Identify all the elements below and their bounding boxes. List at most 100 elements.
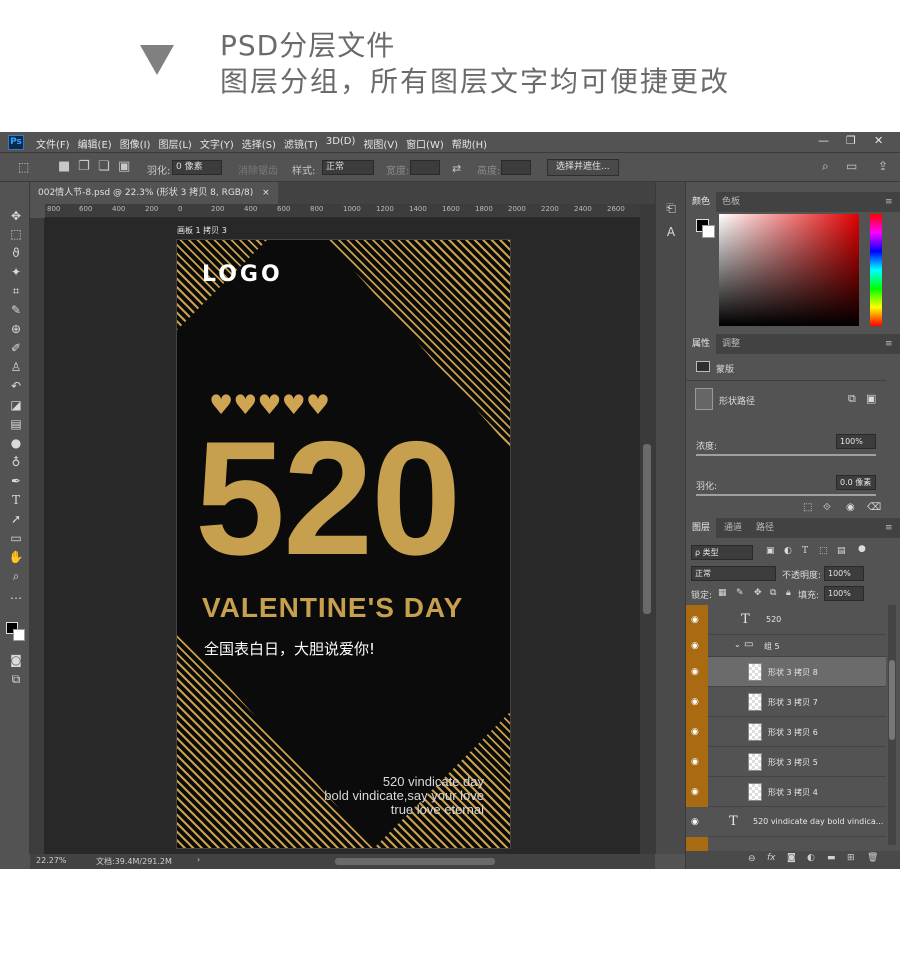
vertical-scrollbar[interactable] xyxy=(640,204,655,854)
pen-tool-icon[interactable]: ✒ xyxy=(8,473,24,489)
visibility-cell[interactable]: ◉ xyxy=(686,717,708,747)
filter-smart-icon[interactable]: ▤ xyxy=(837,546,846,556)
magic-wand-icon[interactable]: ✦ xyxy=(8,264,24,280)
type-tool-icon[interactable]: T xyxy=(8,492,24,508)
eye-icon[interactable]: ◉ xyxy=(691,697,699,707)
layer-row[interactable]: ◉ ⌄ ▭ 组 5 xyxy=(686,635,886,657)
density-slider[interactable] xyxy=(696,454,876,456)
menu-layer[interactable]: 图层(L) xyxy=(158,136,191,151)
layers-scrollbar[interactable] xyxy=(888,605,896,845)
lock-all-icon[interactable]: 🔒︎ xyxy=(786,588,791,598)
menu-help[interactable]: 帮助(H) xyxy=(452,136,487,151)
artboard[interactable]: LOGO ♥♥♥♥♥ 520 VALENTINE'S DAY 全国表白日，大胆说… xyxy=(176,239,511,849)
lock-transparent-icon[interactable]: ▦ xyxy=(718,588,727,598)
chevron-down-icon[interactable]: ⌄ xyxy=(734,640,741,649)
document-tab[interactable]: 002情人节-8.psd @ 22.3% (形状 3 拷贝 8, RGB/8) … xyxy=(30,182,278,204)
trash-icon[interactable]: 🗑︎ xyxy=(867,853,878,863)
load-selection-icon[interactable]: ⬚ xyxy=(803,502,812,513)
more-tools-icon[interactable]: … xyxy=(8,587,24,603)
eye-icon[interactable]: ◉ xyxy=(691,641,699,651)
tab-properties[interactable]: 属性 xyxy=(686,334,717,354)
gradient-icon[interactable]: ▤ xyxy=(8,416,24,432)
blur-tool-icon[interactable]: ● xyxy=(8,435,24,451)
close-button[interactable]: ✕ xyxy=(874,134,883,147)
eye-icon[interactable]: ◉ xyxy=(691,787,699,797)
opacity-input[interactable]: 100% xyxy=(824,566,864,581)
background-color-swatch[interactable] xyxy=(13,629,25,641)
layer-row[interactable]: ◉ 形状 3 拷贝 5 xyxy=(686,747,886,777)
style-select[interactable]: 正常 xyxy=(322,160,374,175)
height-input[interactable] xyxy=(501,160,531,175)
eye-icon[interactable]: ◉ xyxy=(691,615,699,625)
maximize-button[interactable]: ❐ xyxy=(846,134,856,147)
visibility-icon[interactable]: ◉ xyxy=(846,502,855,513)
background-swatch[interactable] xyxy=(702,225,715,238)
subtract-selection-icon[interactable]: ❏ xyxy=(98,159,110,174)
blend-mode-select[interactable]: 正常 xyxy=(691,566,776,581)
visibility-cell[interactable]: ◉ xyxy=(686,635,708,657)
dodge-tool-icon[interactable]: ♁ xyxy=(8,454,24,470)
new-layer-icon[interactable]: ⊞ xyxy=(847,853,855,863)
fx-icon[interactable]: fx xyxy=(767,853,776,863)
tab-swatches[interactable]: 色板 xyxy=(716,192,746,212)
visibility-cell[interactable]: ◉ xyxy=(686,747,708,777)
close-tab-icon[interactable]: × xyxy=(262,188,270,198)
menu-image[interactable]: 图像(I) xyxy=(120,136,151,151)
filter-toggle-icon[interactable]: ● xyxy=(858,544,866,554)
artboard-label[interactable]: 画板 1 拷贝 3 xyxy=(177,225,227,236)
panel-menu-icon[interactable]: ≡ xyxy=(879,518,899,538)
menu-3d[interactable]: 3D(D) xyxy=(326,136,356,151)
delete-mask-icon[interactable]: ⌫ xyxy=(867,502,881,513)
menu-filter[interactable]: 滤镜(T) xyxy=(284,136,318,151)
horizontal-scroll-thumb[interactable] xyxy=(335,858,495,865)
marquee-tool-icon[interactable]: ⬚ xyxy=(18,160,29,174)
menu-window[interactable]: 窗口(W) xyxy=(406,136,444,151)
layer-row[interactable]: ◉ 形状 3 拷贝 4 xyxy=(686,777,886,807)
scroll-thumb[interactable] xyxy=(889,660,895,740)
eye-icon[interactable]: ◉ xyxy=(691,727,699,737)
screen-mode-icon[interactable]: ⧉ xyxy=(8,671,24,687)
quick-mask-icon[interactable]: ◙ xyxy=(8,652,24,668)
menu-select[interactable]: 选择(S) xyxy=(242,136,276,151)
scroll-thumb[interactable] xyxy=(643,444,651,614)
share-icon[interactable]: ⇪ xyxy=(878,159,888,173)
menu-type[interactable]: 文字(Y) xyxy=(200,136,234,151)
swap-icon[interactable]: ⇄ xyxy=(452,162,461,175)
zoom-tool-icon[interactable]: ⌕ xyxy=(8,568,24,584)
lock-artboard-icon[interactable]: ⧉ xyxy=(770,588,776,598)
marquee-tool-icon[interactable]: ⬚ xyxy=(8,226,24,242)
add-selection-icon[interactable]: ❐ xyxy=(78,159,90,174)
apply-mask-icon[interactable]: ⧉ xyxy=(848,392,856,406)
healing-brush-icon[interactable]: ⊕ xyxy=(8,321,24,337)
visibility-cell[interactable] xyxy=(686,837,708,851)
layer-row[interactable]: ◉ 形状 3 拷贝 7 xyxy=(686,687,886,717)
antialias-checkbox[interactable]: 消除锯齿 xyxy=(238,162,278,177)
vector-mask-icon[interactable]: ▣ xyxy=(866,392,876,405)
menu-view[interactable]: 视图(V) xyxy=(363,136,398,151)
visibility-cell[interactable]: ◉ xyxy=(686,605,708,635)
eye-icon[interactable]: ◉ xyxy=(691,817,699,827)
document-info[interactable]: 文档:39.4M/291.2M xyxy=(96,856,172,867)
path-select-icon[interactable]: ➚ xyxy=(8,511,24,527)
workspace-icon[interactable]: ▭ xyxy=(846,159,857,173)
filter-pixel-icon[interactable]: ▣ xyxy=(766,546,775,556)
layer-row[interactable]: ◉ T 520 vindicate day bold vindica... xyxy=(686,807,886,837)
link-icon[interactable]: ⊖ xyxy=(748,854,756,864)
feather-slider[interactable] xyxy=(696,494,876,496)
mask-icon[interactable]: ◙ xyxy=(787,853,796,863)
layer-filter-select[interactable]: ρ 类型 xyxy=(691,545,753,560)
lasso-tool-icon[interactable]: ϑ xyxy=(8,245,24,261)
invert-icon[interactable]: ⟐ xyxy=(823,502,831,513)
tab-adjustments[interactable]: 调整 xyxy=(716,334,746,354)
filter-shape-icon[interactable]: ⬚ xyxy=(819,546,828,556)
crop-tool-icon[interactable]: ⌗ xyxy=(8,283,24,299)
layer-row-selected[interactable]: ◉ 形状 3 拷贝 8 xyxy=(686,657,886,687)
menu-edit[interactable]: 编辑(E) xyxy=(78,136,112,151)
visibility-cell[interactable]: ◉ xyxy=(686,777,708,807)
feather-input[interactable]: 0 像素 xyxy=(172,160,222,175)
eye-icon[interactable]: ◉ xyxy=(691,757,699,767)
zoom-level[interactable]: 22.27% xyxy=(36,856,67,865)
history-panel-icon[interactable]: ⎗ xyxy=(663,200,679,216)
move-tool-icon[interactable]: ✥ xyxy=(8,208,24,224)
tab-color[interactable]: 颜色 xyxy=(686,192,717,212)
